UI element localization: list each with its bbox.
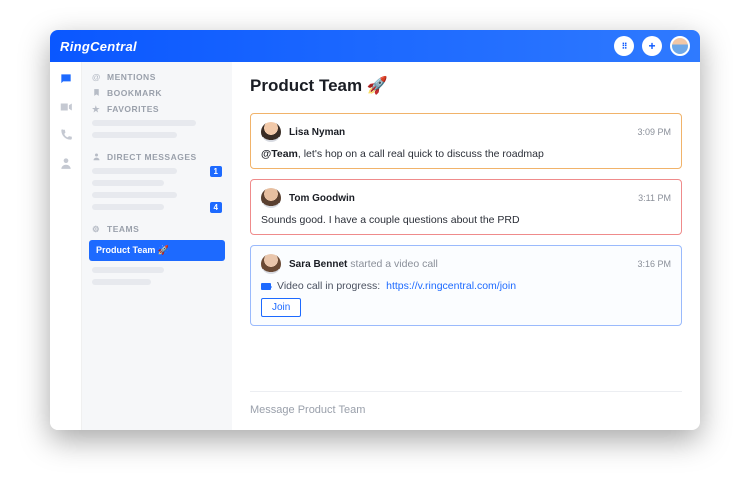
sidebar-team-label: Product Team 🚀 (96, 245, 169, 256)
video-icon (261, 283, 271, 290)
dialpad-icon: ⠿ (622, 42, 627, 51)
unread-badge: 4 (210, 202, 222, 213)
message-author: Lisa Nyman (289, 127, 345, 138)
bookmark-icon (92, 88, 102, 98)
avatar (261, 122, 281, 142)
sidebar-placeholder (92, 120, 196, 126)
sidebar-placeholder (92, 132, 177, 138)
message-list: Lisa Nyman 3:09 PM @Team, let's hop on a… (250, 107, 682, 391)
nav-rail (50, 62, 82, 430)
dm-item[interactable] (92, 192, 177, 198)
message-body: Sounds good. I have a couple questions a… (261, 214, 671, 226)
nav-chat-icon[interactable] (59, 72, 73, 86)
message-composer[interactable]: Message Product Team (250, 391, 682, 430)
composer-placeholder: Message Product Team (250, 404, 365, 416)
message-time: 3:09 PM (637, 127, 671, 137)
dm-item[interactable]: 4 (92, 204, 222, 210)
nav-contacts-icon[interactable] (59, 156, 73, 170)
message-action-suffix: started a video call (347, 258, 437, 270)
topbar: RingCentral ⠿ + (50, 30, 700, 62)
avatar (261, 254, 281, 274)
video-call-text: Video call in progress: (277, 280, 380, 292)
star-icon: ★ (92, 104, 102, 114)
brand-logo: RingCentral (60, 39, 137, 54)
message-time: 3:16 PM (637, 259, 671, 269)
join-button[interactable]: Join (261, 298, 301, 317)
sidebar-bookmark-label: BOOKMARK (107, 88, 162, 98)
sidebar-favorites-label: FAVORITES (107, 104, 159, 114)
unread-badge: 1 (210, 166, 222, 177)
sidebar-mentions-label: MENTIONS (107, 72, 156, 82)
video-call-link[interactable]: https://v.ringcentral.com/join (386, 280, 516, 292)
team-item[interactable] (92, 267, 164, 273)
mention[interactable]: @Team (261, 148, 298, 160)
message-text: , let's hop on a call real quick to disc… (298, 148, 544, 160)
message-item[interactable]: Sara Bennet started a video call 3:16 PM… (250, 245, 682, 326)
dm-item[interactable] (92, 180, 164, 186)
person-icon (92, 152, 102, 162)
app-window: RingCentral ⠿ + (50, 30, 700, 430)
sidebar-team-product[interactable]: Product Team 🚀 (89, 240, 225, 261)
message-item[interactable]: Lisa Nyman 3:09 PM @Team, let's hop on a… (250, 113, 682, 169)
sidebar-teams-label: TEAMS (107, 224, 139, 234)
add-button[interactable]: + (642, 36, 662, 56)
plus-icon: + (648, 39, 655, 53)
team-item[interactable] (92, 279, 151, 285)
sidebar-dm-header[interactable]: DIRECT MESSAGES (92, 152, 222, 162)
sidebar: @ MENTIONS BOOKMARK ★ FAVORITES (82, 62, 232, 430)
current-user-avatar[interactable] (670, 36, 690, 56)
sidebar-mentions[interactable]: @ MENTIONS (92, 72, 222, 82)
sidebar-placeholder (92, 168, 177, 174)
sidebar-favorites[interactable]: ★ FAVORITES (92, 104, 222, 114)
sidebar-dm-label: DIRECT MESSAGES (107, 152, 197, 162)
message-author: Tom Goodwin (289, 193, 355, 204)
dialpad-button[interactable]: ⠿ (614, 36, 634, 56)
nav-phone-icon[interactable] (59, 128, 73, 142)
message-body: @Team, let's hop on a call real quick to… (261, 148, 671, 160)
channel-title: Product Team 🚀 (250, 62, 682, 107)
content-area: Product Team 🚀 Lisa Nyman 3:09 PM @Team,… (232, 62, 700, 430)
dm-item[interactable]: 1 (92, 168, 222, 174)
avatar (261, 188, 281, 208)
nav-video-icon[interactable] (59, 100, 73, 114)
message-item[interactable]: Tom Goodwin 3:11 PM Sounds good. I have … (250, 179, 682, 235)
sidebar-bookmark[interactable]: BOOKMARK (92, 88, 222, 98)
at-icon: @ (92, 72, 102, 82)
video-call-line: Video call in progress: https://v.ringce… (261, 280, 671, 292)
message-time: 3:11 PM (638, 193, 671, 203)
gear-icon: ⚙ (92, 224, 102, 234)
message-author: Sara Bennet (289, 259, 347, 270)
sidebar-placeholder (92, 204, 164, 210)
sidebar-teams-header[interactable]: ⚙ TEAMS (92, 224, 222, 234)
